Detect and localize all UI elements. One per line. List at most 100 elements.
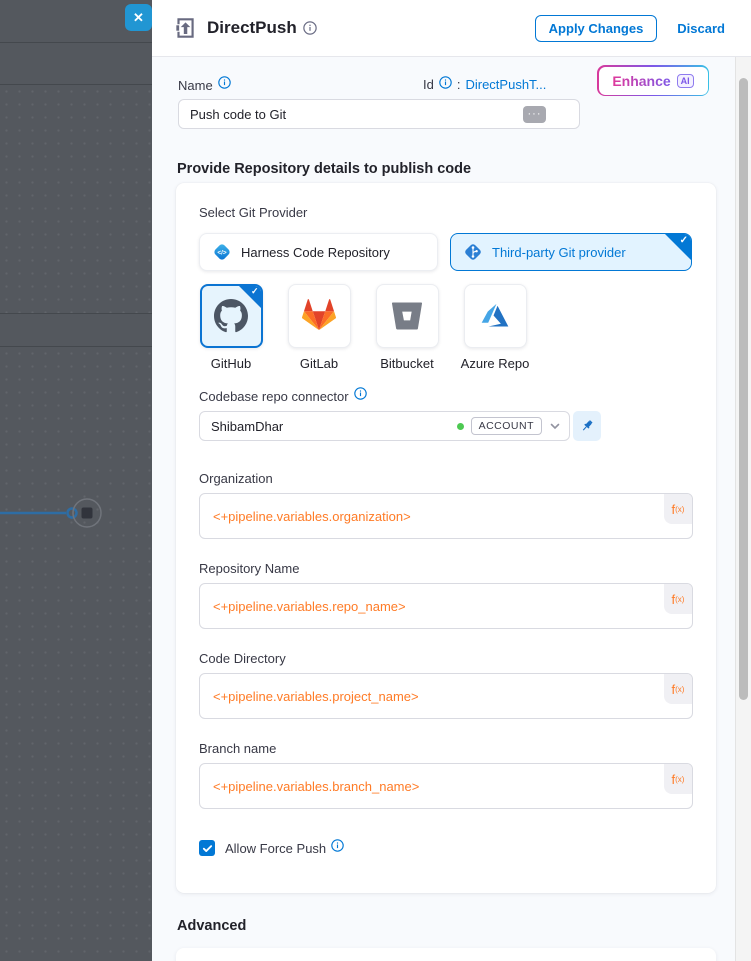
- vendor-gitlab: GitLab: [287, 284, 351, 371]
- harness-code-icon: </>: [212, 242, 232, 262]
- repo-details-card: Select Git Provider </> Harness Code Rep…: [176, 183, 716, 893]
- field-label-branch-name: Branch name: [199, 741, 693, 756]
- step-title: DirectPush: [207, 18, 297, 38]
- connector-label: Codebase repo connector: [199, 389, 349, 404]
- id-separator: :: [457, 77, 461, 92]
- panel-header: DirectPush Apply Changes Discard: [152, 0, 751, 57]
- panel-scrollbar[interactable]: [735, 57, 751, 961]
- id-label: Id: [423, 77, 434, 92]
- pin-connector-button[interactable]: [573, 411, 601, 441]
- panel-scroll-area: Name Id : DirectPushT... Enhance AI Push…: [152, 57, 736, 961]
- vendor-github: ✓ GitHub: [199, 284, 263, 371]
- github-tile[interactable]: ✓: [200, 284, 263, 348]
- canvas-dot-grid: [0, 347, 152, 961]
- force-push-info-icon[interactable]: [331, 839, 344, 857]
- fx-sub: (x): [675, 775, 684, 784]
- provider-option-label: Third-party Git provider: [492, 245, 626, 260]
- connector-value: ShibamDhar: [211, 419, 457, 434]
- canvas-dot-grid: [0, 85, 152, 313]
- fx-button[interactable]: f(x): [664, 584, 692, 614]
- id-value[interactable]: DirectPushT...: [465, 77, 546, 92]
- allow-force-push-checkbox[interactable]: [199, 840, 215, 856]
- field-label-repository-name: Repository Name: [199, 561, 693, 576]
- step-id-row: Id : DirectPushT...: [423, 76, 546, 92]
- pipeline-canvas: [0, 0, 152, 961]
- gitlab-tile[interactable]: [288, 284, 351, 348]
- chevron-down-icon[interactable]: [549, 420, 561, 432]
- bitbucket-icon: [392, 301, 422, 331]
- enhance-ai-button-inner: Enhance AI: [599, 67, 708, 95]
- name-input-value: Push code to Git: [179, 107, 523, 122]
- provider-option-third-party[interactable]: Third-party Git provider ✓: [450, 233, 692, 271]
- third-party-git-icon: [463, 242, 483, 262]
- fx-button[interactable]: f(x): [664, 674, 692, 704]
- pipeline-end-node[interactable]: [0, 492, 120, 534]
- connector-row: ShibamDhar ACCOUNT: [199, 411, 601, 441]
- code-directory-input[interactable]: <+pipeline.variables.project_name> f(x): [199, 673, 693, 719]
- fx-sub: (x): [675, 595, 684, 604]
- branch-name-input[interactable]: <+pipeline.variables.branch_name> f(x): [199, 763, 693, 809]
- connector-status-dot: [457, 423, 464, 430]
- svg-text:</>: </>: [217, 250, 227, 257]
- close-panel-button[interactable]: ✕: [125, 4, 152, 31]
- connector-info-icon[interactable]: [354, 387, 367, 405]
- close-icon: ✕: [133, 10, 144, 26]
- scrollbar-thumb[interactable]: [739, 78, 748, 700]
- discard-button[interactable]: Discard: [677, 21, 725, 36]
- canvas-divider: [0, 313, 152, 314]
- vendor-label: GitLab: [300, 356, 338, 371]
- provider-option-label: Harness Code Repository: [241, 245, 390, 260]
- organization-input[interactable]: <+pipeline.variables.organization> f(x): [199, 493, 693, 539]
- connector-select[interactable]: ShibamDhar ACCOUNT: [199, 411, 570, 441]
- fx-button[interactable]: f(x): [664, 764, 692, 794]
- apply-changes-button[interactable]: Apply Changes: [535, 15, 658, 42]
- name-info-icon[interactable]: [218, 76, 231, 94]
- id-info-icon[interactable]: [439, 76, 452, 92]
- azure-repo-icon: [479, 300, 511, 332]
- branch-name-value: <+pipeline.variables.branch_name>: [213, 779, 419, 794]
- pushpin-icon: [579, 418, 595, 434]
- step-config-panel: DirectPush Apply Changes Discard Name Id…: [152, 0, 751, 961]
- vendor-label: Azure Repo: [461, 356, 530, 371]
- fx-sub: (x): [675, 685, 684, 694]
- selected-check-icon: ✓: [251, 286, 259, 297]
- field-label-organization: Organization: [199, 471, 693, 486]
- vendor-label: GitHub: [211, 356, 251, 371]
- repository-name-input[interactable]: <+pipeline.variables.repo_name> f(x): [199, 583, 693, 629]
- vendor-bitbucket: Bitbucket: [375, 284, 439, 371]
- step-info-icon[interactable]: [303, 21, 317, 35]
- vendor-azure-repo: Azure Repo: [463, 284, 527, 371]
- direct-push-step-icon: [172, 15, 198, 41]
- code-directory-value: <+pipeline.variables.project_name>: [213, 689, 419, 704]
- vendor-label: Bitbucket: [380, 356, 433, 371]
- advanced-card: [176, 948, 716, 961]
- gitlab-icon: [302, 299, 336, 333]
- canvas-divider: [0, 42, 152, 43]
- organization-value: <+pipeline.variables.organization>: [213, 509, 411, 524]
- canvas-divider: [0, 84, 152, 85]
- force-push-row: Allow Force Push: [199, 839, 693, 857]
- selected-check-icon: ✓: [680, 235, 688, 246]
- advanced-section-heading[interactable]: Advanced: [177, 918, 246, 934]
- connector-label-row: Codebase repo connector: [199, 387, 693, 405]
- canvas-divider: [0, 346, 152, 347]
- name-field-label: Name: [178, 76, 231, 94]
- provider-option-harness-code[interactable]: </> Harness Code Repository: [199, 233, 438, 271]
- enhance-label: Enhance: [612, 73, 670, 89]
- bitbucket-tile[interactable]: [376, 284, 439, 348]
- force-push-label-row: Allow Force Push: [225, 839, 344, 857]
- fx-button[interactable]: f(x): [664, 494, 692, 524]
- git-provider-options: </> Harness Code Repository: [199, 233, 693, 271]
- name-input[interactable]: Push code to Git ···: [178, 99, 580, 129]
- repo-section-heading: Provide Repository details to publish co…: [177, 161, 471, 177]
- fx-sub: (x): [675, 505, 684, 514]
- git-vendor-tiles: ✓ GitHub: [199, 284, 693, 371]
- azure-repo-tile[interactable]: [464, 284, 527, 348]
- field-label-code-directory: Code Directory: [199, 651, 693, 666]
- select-git-provider-label: Select Git Provider: [199, 205, 693, 220]
- enhance-ai-button[interactable]: Enhance AI: [597, 65, 709, 96]
- ai-badge: AI: [677, 74, 694, 88]
- force-push-label: Allow Force Push: [225, 841, 326, 856]
- name-edit-icon[interactable]: ···: [523, 106, 546, 123]
- name-label-text: Name: [178, 78, 213, 93]
